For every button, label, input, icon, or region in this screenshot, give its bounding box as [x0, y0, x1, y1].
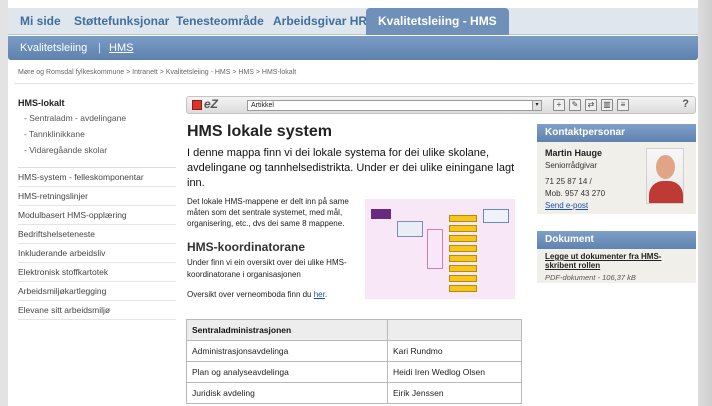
- left-menu-item[interactable]: Elevane sitt arbeidsmiljø: [18, 301, 176, 320]
- table-row: Juridisk avdeling Eirik Jenssen: [186, 382, 522, 404]
- document-box: Dokument Legge ut dokumenter fra HMS-skr…: [537, 231, 696, 283]
- diagram-bracket: [427, 229, 443, 269]
- table-row: Administrasjonsavdelinga Kari Rundmo: [186, 340, 522, 362]
- left-menu-subitem-label: Sentraladm - avdelingane: [29, 113, 127, 123]
- diagram-document-box: [397, 221, 423, 237]
- left-menu-title[interactable]: HMS-lokalt: [18, 98, 176, 113]
- left-menu-item[interactable]: HMS-system - felleskomponentar: [18, 168, 176, 187]
- tab-arbeidsgivar-hr[interactable]: Arbeidsgivar HR: [273, 8, 367, 35]
- page: Mi side Støttefunksjonar Tenesteområde A…: [0, 0, 712, 406]
- hms-system-diagram: [365, 199, 515, 299]
- diagram-folder-box: [449, 235, 477, 242]
- ez-logo-text: eZ: [204, 97, 219, 111]
- left-menu-subitem-label: Tannklinikkane: [29, 129, 85, 139]
- diagram-folder-box: [449, 275, 477, 282]
- edit-icon[interactable]: ✎: [569, 99, 581, 111]
- diagram-folder-box: [449, 215, 477, 222]
- new-document-icon[interactable]: +: [553, 99, 565, 111]
- avatar-head: [656, 155, 675, 179]
- paragraph-text: Oversikt over verneomboda finn du: [187, 290, 314, 299]
- breadcrumb[interactable]: Møre og Romsdal fylkeskommune > Intranet…: [18, 69, 296, 76]
- diagram-header-box: [371, 209, 391, 219]
- lead-text: I denne mappa finn vi dei lokale systema…: [187, 147, 515, 189]
- right-gutter: [698, 0, 712, 406]
- body-paragraph: Det lokale HMS-mappene er delt inn på sa…: [187, 197, 349, 228]
- contact-mobile: Mob. 957 43 270: [545, 189, 606, 198]
- left-menu-subitem[interactable]: - Vidaregåande skolar: [18, 145, 176, 161]
- table-cell: Juridisk avdeling: [186, 382, 388, 404]
- table-cell: Heidi Iren Wedlog Olsen: [387, 361, 522, 383]
- diagram-folder-box: [449, 245, 477, 252]
- table-header-cell: [387, 319, 522, 341]
- divider: [14, 83, 694, 84]
- diagram-folder-box: [449, 225, 477, 232]
- here-link[interactable]: her: [314, 290, 325, 299]
- contact-role: Seniorrådgivar: [545, 161, 598, 170]
- left-menu: HMS-lokalt - Sentraladm - avdelingane - …: [18, 98, 176, 320]
- subnav-separator: |: [98, 42, 101, 54]
- left-menu-item[interactable]: HMS-retningslinjer: [18, 187, 176, 206]
- tab-mi-side[interactable]: Mi side: [20, 8, 61, 35]
- tab-kvalitetsleiing-hms[interactable]: Kvalitetsleiing - HMS: [366, 8, 509, 35]
- diagram-folder-box: [449, 285, 477, 292]
- send-email-link[interactable]: Send e-post: [545, 201, 588, 210]
- move-icon[interactable]: ⇄: [585, 99, 597, 111]
- left-menu-subitem[interactable]: - Tannklinikkane: [18, 129, 176, 145]
- table-cell: Plan og analyseavdelinga: [186, 361, 388, 383]
- chevron-down-icon[interactable]: ▾: [532, 101, 541, 110]
- avatar-body: [649, 181, 683, 203]
- paragraph-text: .: [324, 290, 328, 299]
- section-heading: HMS-koordinatorane: [187, 240, 306, 254]
- contact-name: Martin Hauge: [545, 148, 603, 158]
- page-title: HMS lokale system: [187, 123, 332, 140]
- diagram-folder-box: [449, 265, 477, 272]
- tab-tenesteomrade[interactable]: Tenesteområde: [176, 8, 264, 35]
- left-menu-item[interactable]: Elektronisk stoffkartotek: [18, 263, 176, 282]
- body-paragraph: Under finn vi ein oversikt over dei ulik…: [187, 258, 347, 279]
- content-type-select-value: Artikkel: [251, 102, 274, 109]
- document-link[interactable]: Legge ut dokumenter fra HMS-skribent rol…: [545, 252, 690, 270]
- diagram-folder-box: [449, 255, 477, 262]
- delete-icon[interactable]: ▥: [601, 99, 613, 111]
- verneombod-paragraph: Oversikt over verneomboda finn du her.: [187, 290, 327, 299]
- content-type-select[interactable]: Artikkel ▾: [247, 100, 542, 111]
- table-cell: Administrasjonsavdelinga: [186, 340, 388, 362]
- table-row: Plan og analyseavdelinga Heidi Iren Wedl…: [186, 361, 522, 383]
- contact-box: Kontaktpersonar Martin Hauge Seniorrådgi…: [537, 124, 696, 214]
- left-menu-item[interactable]: Arbeidsmiljøkartlegging: [18, 282, 176, 301]
- left-menu-item[interactable]: Inkluderande arbeidsliv: [18, 244, 176, 263]
- tab-stottefunksjonar[interactable]: Støttefunksjonar: [74, 8, 169, 35]
- table-cell: Kari Rundmo: [387, 340, 522, 362]
- diagram-info-box: [483, 209, 509, 223]
- list-icon[interactable]: ≡: [617, 99, 629, 111]
- editor-toolbar: eZ Artikkel ▾ + ✎ ⇄ ▥ ≡ ?: [186, 96, 696, 114]
- subnav-hms[interactable]: HMS: [109, 36, 133, 60]
- left-menu-item[interactable]: Bedriftshelseteneste: [18, 225, 176, 244]
- left-menu-item[interactable]: Modulbasert HMS-opplæring: [18, 206, 176, 225]
- left-menu-subitem-label: Vidaregåande skolar: [29, 145, 108, 155]
- left-gutter: [0, 0, 8, 406]
- coordinators-table: Sentraladministrasjonen Administrasjonsa…: [186, 319, 522, 404]
- left-menu-subitem[interactable]: - Sentraladm - avdelingane: [18, 113, 176, 129]
- top-navigation: Mi side Støttefunksjonar Tenesteområde A…: [8, 8, 698, 35]
- table-header-cell: Sentraladministrasjonen: [186, 319, 388, 341]
- avatar: [646, 148, 684, 204]
- contact-phone: 71 25 87 14 /: [545, 177, 592, 186]
- table-header-row: Sentraladministrasjonen: [186, 319, 522, 341]
- table-cell: Eirik Jenssen: [387, 382, 522, 404]
- document-box-header: Dokument: [537, 231, 696, 249]
- document-meta: PDF-dokument - 106,37 kB: [545, 273, 636, 282]
- ez-logo: eZ: [192, 97, 228, 112]
- sub-navigation: Kvalitetsleiing | HMS: [8, 36, 698, 60]
- subnav-kvalitetsleiing[interactable]: Kvalitetsleiing: [20, 36, 87, 60]
- help-icon[interactable]: ?: [682, 98, 689, 110]
- contact-box-header: Kontaktpersonar: [537, 124, 696, 142]
- ez-logo-icon: [192, 100, 202, 110]
